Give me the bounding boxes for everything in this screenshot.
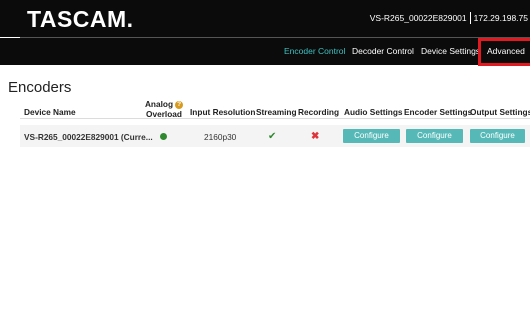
- column-analog-overload: Analog? Overload: [142, 99, 186, 119]
- column-audio-settings: Audio Settings: [344, 107, 403, 117]
- table-header-divider: [20, 118, 530, 119]
- main-nav: Encoder Control Decoder Control Device S…: [0, 38, 530, 66]
- column-input-resolution: Input Resolution: [190, 107, 256, 117]
- encoders-panel: Encoders Device Name Analog? Overload In…: [0, 65, 530, 327]
- device-info: VS-R265_00022E829001 172.29.198.75: [370, 12, 528, 24]
- app-window: TASCAM. VS-R265_00022E829001 172.29.198.…: [0, 0, 530, 327]
- nav-advanced[interactable]: Advanced: [478, 38, 530, 66]
- input-resolution-cell: 2160p30: [204, 132, 237, 142]
- help-icon[interactable]: ?: [175, 101, 184, 109]
- column-recording: Recording: [298, 107, 340, 117]
- nav-encoder-control[interactable]: Encoder Control: [284, 46, 345, 56]
- nav-device-settings[interactable]: Device Settings: [421, 46, 480, 56]
- divider: [469, 12, 471, 24]
- top-bar: TASCAM. VS-R265_00022E829001 172.29.198.…: [0, 0, 530, 37]
- column-streaming: Streaming: [256, 107, 297, 117]
- audio-settings-configure-button[interactable]: Configure: [343, 129, 400, 143]
- page-title: Encoders: [8, 79, 72, 96]
- output-settings-configure-button[interactable]: Configure: [470, 129, 525, 143]
- green-dot-icon: [160, 133, 167, 140]
- column-output-settings: Output Settings: [470, 107, 530, 117]
- column-encoder-settings: Encoder Settings: [404, 107, 473, 117]
- cross-icon: ✖: [311, 131, 320, 142]
- tascam-logo: TASCAM.: [27, 6, 134, 32]
- ip-address-label: 172.29.198.75: [473, 13, 528, 23]
- analog-label: Analog: [144, 99, 174, 109]
- device-name-label: VS-R265_00022E829001: [369, 13, 467, 23]
- check-icon: ✔: [268, 131, 277, 142]
- device-name-cell: VS-R265_00022E829001 (Curre...: [24, 132, 153, 142]
- encoder-settings-configure-button[interactable]: Configure: [406, 129, 463, 143]
- column-device-name: Device Name: [24, 107, 76, 117]
- nav-decoder-control[interactable]: Decoder Control: [352, 46, 414, 56]
